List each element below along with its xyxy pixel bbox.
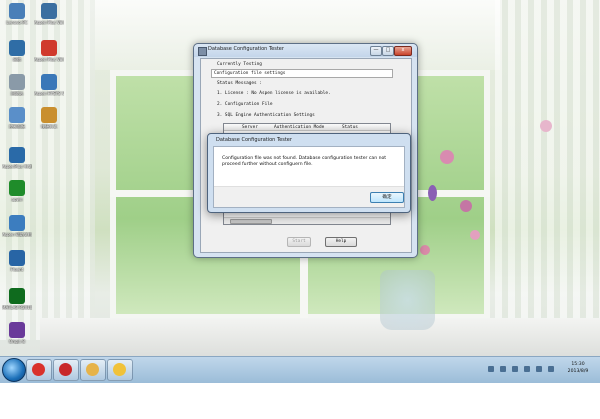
desktop-icon-label: Fluent [10,267,24,272]
chrome-icon [32,363,45,376]
desktop-icon[interactable]: Origin 8 [2,322,32,344]
explorer-icon [86,363,99,376]
desktop-icon-glyph-icon [9,180,25,196]
desktop-icon[interactable]: 网络 [2,40,32,62]
clock-date: 2013/8/9 [567,369,589,374]
desktop-icon-glyph-icon [41,107,57,123]
desktop-icon[interactable]: Fluent [2,250,32,272]
close-button[interactable]: x [394,46,412,56]
taskbar-chrome-button[interactable] [26,359,52,381]
desktop-icon-label: Origin 8 [9,339,25,344]
flower [428,185,437,201]
desktop-icon-glyph-icon [41,74,57,90]
desktop-icon-label: Aspen HYSYS V8.0 [34,91,64,96]
error-dialog-body: Configuration file was not found. Databa… [213,146,405,208]
grid-header: Server Authentication Mode Status [224,124,390,131]
desktop-icon-glyph-icon [9,3,25,19]
currently-testing-label: Currently Testing [217,62,262,67]
tray-network-icon[interactable] [500,366,506,372]
taskbar-acrobat-button[interactable] [53,359,79,381]
desktop-icon[interactable]: 控制面板 [2,107,32,129]
scrollbar-thumb[interactable] [230,219,272,224]
taskbar: 15:30 2013/8/9 [0,356,600,384]
desktop-icon[interactable]: Lenovo-PC [2,3,32,25]
start-button[interactable]: Start [287,237,311,247]
flower [470,230,480,240]
ok-button[interactable]: 确定 [370,192,404,203]
desktop-icon-glyph-icon [41,40,57,56]
minimize-button[interactable]: — [370,46,382,56]
desktop-icon[interactable]: Aspen 帮助文档 [2,215,32,237]
desktop-icon[interactable]: 回收站 [2,74,32,96]
vase [380,270,435,330]
desktop-icon-glyph-icon [9,250,25,266]
desktop-icon-label: Aspen Plus V8.0 Guide [34,57,64,62]
desktop-icon-glyph-icon [9,40,25,56]
flower [540,120,552,132]
currently-testing-value: Configuration file settings [214,71,286,76]
title-bar[interactable]: Database Configuration Tester — □ x [194,44,417,57]
desktop-icon-label: Aspen 帮助文档 [2,232,32,237]
tray-volume-icon[interactable] [512,366,518,372]
error-dialog: Database Configuration Tester Configurat… [207,133,411,213]
start-button-orb[interactable] [2,358,26,382]
error-dialog-title: Database Configuration Tester [216,137,292,143]
desktop-icon-glyph-icon [9,215,25,231]
desktop-icon-label: Aspen Plus V8.0 [34,20,64,25]
tray-ime-icon[interactable] [524,366,530,372]
desktop-icon[interactable]: apwn [2,180,32,202]
horizontal-scrollbar[interactable] [224,217,390,224]
desktop-icon[interactable]: AspenPlus 中文版 [2,147,32,169]
tray-security-icon[interactable] [548,366,554,372]
desktop-icon-label: 回收站 [11,91,23,96]
desktop-icon-glyph-icon [9,74,25,90]
desktop-icon-glyph-icon [9,288,25,304]
col-server[interactable]: Server [242,125,258,130]
status-line-config-file: 2. Configuration File [217,102,273,107]
app-icon [198,47,207,56]
curtain-right [495,0,600,340]
error-dialog-footer: 确定 [214,186,404,207]
desktop-icon-label: MATLAB R2010b [2,305,32,310]
desktop-icon[interactable]: 快捷方式 [34,107,64,129]
desktop-icon[interactable]: Aspen Plus V8.0 Guide [34,40,64,62]
taskbar-explorer-button[interactable] [80,359,106,381]
desktop-icon-label: 控制面板 [9,124,25,129]
desktop-icon-label: apwn [11,197,23,202]
tray-flag-icon[interactable] [488,366,494,372]
desktop-icon-glyph-icon [9,147,25,163]
desktop-icon-glyph-icon [9,322,25,338]
desktop-icon-label: AspenPlus 中文版 [2,164,32,169]
taskbar-app-button[interactable] [107,359,133,381]
window-title: Database Configuration Tester [208,46,284,52]
system-clock[interactable]: 15:30 2013/8/9 [558,361,598,375]
flower [420,245,430,255]
desktop-icon[interactable]: MATLAB R2010b [2,288,32,310]
col-auth-mode[interactable]: Authentication Mode [274,125,324,130]
status-line-sql-engine: 3. SQL Engine Authentication Settings [217,113,315,118]
window-sill [40,318,600,358]
flower [460,200,472,212]
flower [440,150,454,164]
clock-time: 15:30 [571,362,585,367]
col-status[interactable]: Status [342,125,358,130]
currently-testing-field: Configuration file settings [211,69,393,78]
app-icon [113,363,126,376]
status-messages-label: Status Messages : [217,81,262,86]
status-line-license: 1. License : No Aspen license is availab… [217,91,331,96]
maximize-button[interactable]: □ [382,46,394,56]
below-taskbar-area [0,383,600,419]
desktop-icon-label: Lenovo-PC [6,20,28,25]
desktop-icon[interactable]: Aspen Plus V8.0 [34,3,64,25]
desktop-icon-glyph-icon [9,107,25,123]
help-button[interactable]: Help [325,237,357,247]
desktop-icon[interactable]: Aspen HYSYS V8.0 [34,74,64,96]
tray-app-icon[interactable] [536,366,542,372]
error-message: Configuration file was not found. Databa… [222,156,387,167]
desktop-icon-label: 网络 [13,57,21,62]
desktop-icon-label: 快捷方式 [41,124,57,129]
desktop-icon-glyph-icon [41,3,57,19]
acrobat-icon [59,363,72,376]
